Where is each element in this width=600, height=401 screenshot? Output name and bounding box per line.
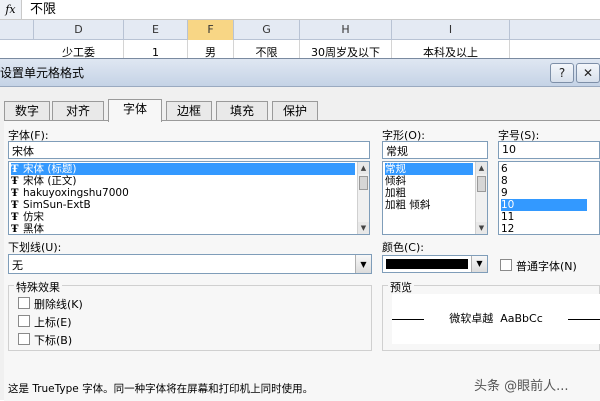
subscript-label: 下标(B) xyxy=(34,334,73,347)
column-header-e[interactable]: E xyxy=(124,20,188,40)
preview-text: 微软卓越 AaBbCc xyxy=(449,312,543,325)
style-list-item[interactable]: 加粗 倾斜 xyxy=(385,199,430,211)
size-list-item[interactable]: 8 xyxy=(501,175,508,187)
tab-number[interactable]: 数字 xyxy=(4,101,50,121)
color-label: 颜色(C): xyxy=(382,241,424,254)
column-header-f[interactable]: F xyxy=(188,20,234,40)
effects-label: 特殊效果 xyxy=(14,279,62,295)
scroll-down-icon[interactable]: ▼ xyxy=(358,222,369,234)
font-list-item[interactable]: Ŧ 宋体 (标题) xyxy=(11,163,355,175)
underline-value: 无 xyxy=(12,259,23,272)
font-list-item[interactable]: Ŧhakuyoxingshu7000 xyxy=(11,187,129,199)
tab-protection[interactable]: 保护 xyxy=(272,101,318,121)
scroll-thumb[interactable] xyxy=(477,176,486,192)
preview-label: 预览 xyxy=(388,279,414,295)
scroll-up-icon[interactable]: ▲ xyxy=(476,162,487,174)
normal-font-label: 普通字体(N) xyxy=(516,260,577,273)
help-button[interactable]: ? xyxy=(550,63,574,83)
column-header-d[interactable]: D xyxy=(34,20,124,40)
font-list-scrollbar[interactable]: ▲ ▼ xyxy=(357,162,369,234)
font-list-item[interactable]: Ŧ SimSun-ExtB xyxy=(11,199,91,211)
size-list-item[interactable]: 12 xyxy=(501,223,514,234)
size-list-item[interactable]: 6 xyxy=(501,163,508,175)
size-list-item[interactable]: 9 xyxy=(501,187,508,199)
column-header-h[interactable]: H xyxy=(300,20,392,40)
chevron-down-icon[interactable]: ▼ xyxy=(355,255,371,273)
column-header-blank xyxy=(0,20,34,40)
style-list-item[interactable]: 加粗 xyxy=(385,187,406,199)
style-input-value: 常规 xyxy=(386,145,408,158)
color-swatch xyxy=(386,259,468,269)
style-list-item[interactable]: 倾斜 xyxy=(385,175,406,187)
watermark: 头条 @眼前人... xyxy=(474,379,569,394)
underline-label: 下划线(U): xyxy=(8,241,62,254)
column-headers: D E F G H I xyxy=(0,20,600,40)
font-input[interactable]: 宋体 xyxy=(8,141,370,159)
font-list-item[interactable]: Ŧ 仿宋 xyxy=(11,211,44,223)
tab-border[interactable]: 边框 xyxy=(166,101,212,121)
column-header-g[interactable]: G xyxy=(234,20,300,40)
subscript-checkbox[interactable] xyxy=(18,333,30,345)
column-header-next xyxy=(510,20,600,40)
fx-icon[interactable]: fx xyxy=(0,0,22,19)
dialog-titlebar[interactable]: 设置单元格格式 ? ✕ xyxy=(0,59,600,87)
preview-box: 微软卓越 AaBbCc xyxy=(392,294,600,344)
size-input-value: 10 xyxy=(502,143,516,156)
chevron-down-icon[interactable]: ▼ xyxy=(471,256,487,272)
column-header-i[interactable]: I xyxy=(392,20,510,40)
font-input-value: 宋体 xyxy=(12,145,34,158)
font-list-item[interactable]: Ŧ 宋体 (正文) xyxy=(11,175,77,187)
size-list-item[interactable]: 10 xyxy=(501,199,587,211)
strikethrough-checkbox[interactable] xyxy=(18,297,30,309)
tab-strip: 数字 对齐 字体 边框 填充 保护 xyxy=(0,99,600,122)
tab-alignment[interactable]: 对齐 xyxy=(52,101,104,121)
size-list-item[interactable]: 11 xyxy=(501,211,514,223)
truetype-icon: Ŧ xyxy=(11,224,19,235)
format-cells-dialog: 设置单元格格式 ? ✕ 数字 对齐 字体 边框 填充 保护 字体(F): 宋体 … xyxy=(0,58,600,401)
size-list[interactable]: 6 8 9 10 11 12 xyxy=(498,161,600,235)
close-button[interactable]: ✕ xyxy=(576,63,600,83)
superscript-label: 上标(E) xyxy=(34,316,72,329)
formula-value[interactable]: 不限 xyxy=(30,0,56,20)
underline-select[interactable]: 无 ▼ xyxy=(8,254,372,274)
formula-bar: fx 不限 xyxy=(0,0,600,20)
scroll-up-icon[interactable]: ▲ xyxy=(358,162,369,174)
size-input[interactable]: 10 xyxy=(498,141,600,159)
style-list[interactable]: 常规 倾斜 加粗 加粗 倾斜 ▲ ▼ xyxy=(382,161,488,235)
superscript-checkbox[interactable] xyxy=(18,315,30,327)
truetype-note: 这是 TrueType 字体。同一种字体将在屏幕和打印机上同时使用。 xyxy=(8,383,314,395)
tab-fill[interactable]: 填充 xyxy=(216,101,268,121)
normal-font-checkbox[interactable] xyxy=(500,259,512,271)
tab-font[interactable]: 字体 xyxy=(108,99,162,122)
strikethrough-label: 删除线(K) xyxy=(34,298,83,311)
font-list[interactable]: Ŧ 宋体 (标题) Ŧ 宋体 (正文) Ŧhakuyoxingshu7000 Ŧ Si… xyxy=(8,161,370,235)
style-list-scrollbar[interactable]: ▲ ▼ xyxy=(475,162,487,234)
scroll-thumb[interactable] xyxy=(359,176,368,190)
dialog-title: 设置单元格格式 xyxy=(0,66,85,80)
style-list-item[interactable]: 常规 xyxy=(385,163,473,175)
font-list-item[interactable]: Ŧ 黑体 xyxy=(11,223,44,235)
scroll-down-icon[interactable]: ▼ xyxy=(476,222,487,234)
color-select[interactable]: ▼ xyxy=(382,255,488,273)
style-input[interactable]: 常规 xyxy=(382,141,488,159)
